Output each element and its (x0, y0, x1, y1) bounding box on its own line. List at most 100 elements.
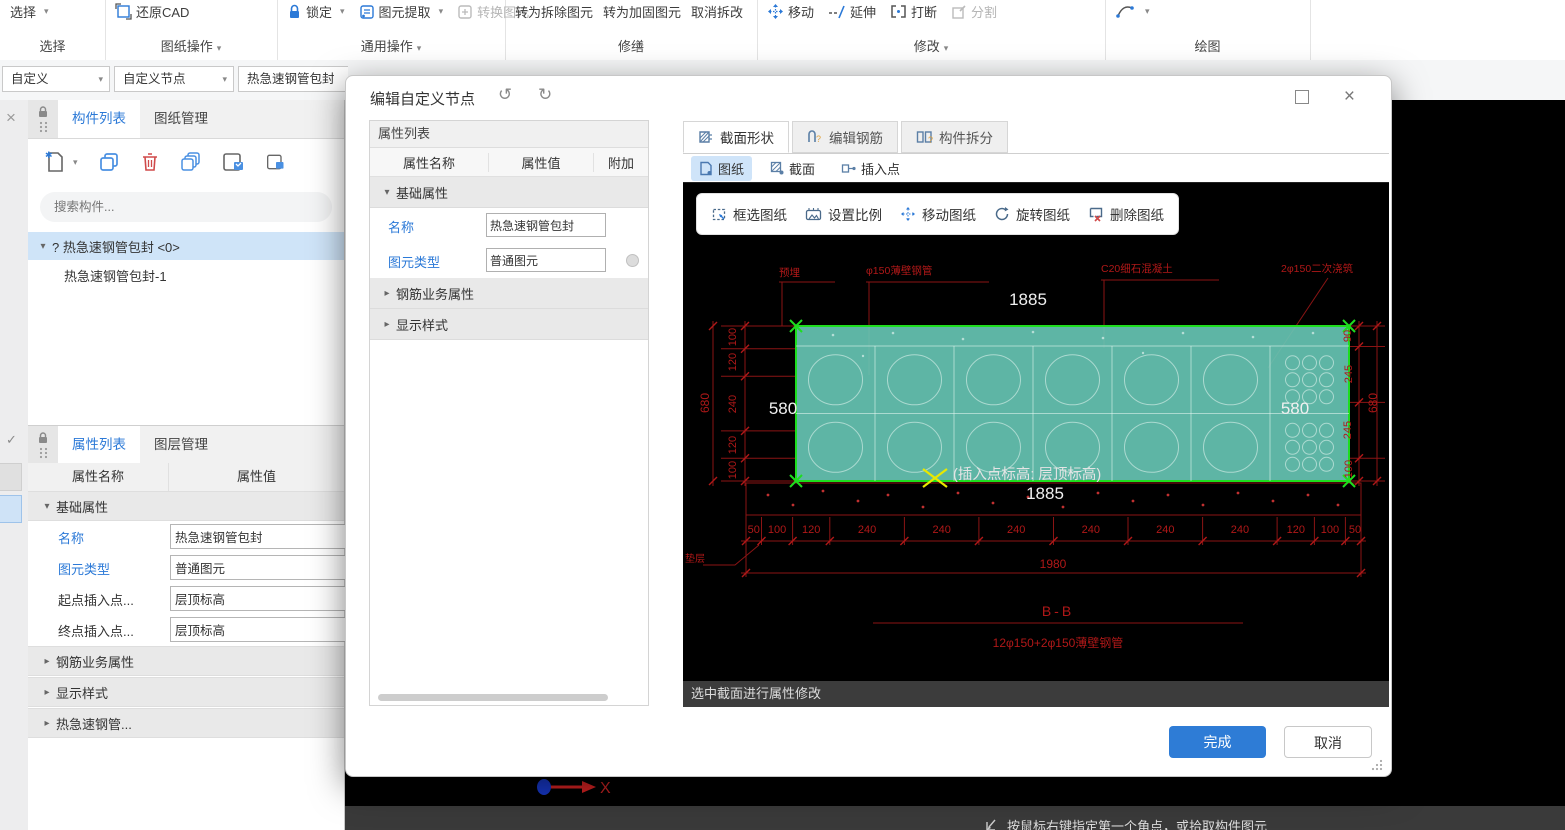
view-drawing-button[interactable]: 图纸 (691, 155, 753, 181)
tab-split-component[interactable]: ? 构件拆分 (901, 121, 1008, 153)
view-section-button[interactable]: 截面 (762, 156, 823, 181)
restore-cad-button[interactable]: 还原CAD (115, 2, 189, 21)
tab-component-list[interactable]: 构件列表 (58, 100, 140, 138)
save-selection-icon[interactable] (222, 151, 246, 173)
export-component-icon[interactable] (266, 151, 286, 173)
dim-seg: 245 (1342, 421, 1354, 439)
group-basic-properties[interactable]: ▾ 基础属性 (28, 491, 344, 521)
group-component-custom[interactable]: ▸ 热急速钢管... (28, 708, 344, 738)
convert-element-icon (458, 4, 472, 19)
tree-expander-icon[interactable]: ▾ (34, 241, 52, 252)
delete-drawing-button[interactable]: 删除图纸 (1088, 204, 1164, 224)
docked-item-selected[interactable] (0, 495, 22, 523)
move-button[interactable]: 移动 (767, 2, 814, 21)
expander-closed-icon: ▸ (44, 655, 50, 667)
dialog-group-display[interactable]: ▸ 显示样式 (370, 309, 648, 340)
curve-tool-button[interactable]: ▾ (1115, 2, 1150, 20)
dialog-cad-canvas[interactable]: 1885 580 580 1885 (插入点标高: 层顶标高) 预埋 φ150薄… (683, 183, 1389, 681)
delete-component-icon[interactable] (140, 151, 160, 173)
panel-lock-handle[interactable] (28, 100, 58, 138)
annotation-2: φ150薄壁钢管 (866, 264, 932, 277)
expander-closed-icon: ▸ (384, 287, 390, 299)
dialog-group-rebar[interactable]: ▸ 钢筋业务属性 (370, 278, 648, 309)
extract-element-button[interactable]: 图元提取 ▾ (359, 2, 444, 21)
copy-component-icon[interactable] (98, 151, 120, 173)
dim-seg: 240 (933, 524, 951, 536)
chevron-down-icon: ▾ (438, 6, 444, 16)
dialog-element-type-field[interactable] (486, 248, 606, 272)
set-scale-button[interactable]: 设置比例 (805, 204, 882, 224)
extend-button[interactable]: 延伸 (828, 2, 876, 21)
to-demolish-element-button[interactable]: 转为拆除图元 (515, 2, 593, 21)
close-dialog-icon[interactable]: × (1344, 86, 1355, 108)
svg-text:✱: ✱ (45, 150, 53, 160)
component-combo[interactable]: 热急速钢管包封 (238, 66, 348, 92)
split-icon (952, 4, 966, 19)
dialog-name-field[interactable] (486, 213, 606, 237)
extra-radio[interactable] (626, 254, 639, 267)
node-type-combo[interactable]: 自定义节点 ▾ (114, 66, 234, 92)
group-rebar-business[interactable]: ▸ 钢筋业务属性 (28, 646, 344, 676)
extend-icon (829, 5, 845, 18)
name-field[interactable] (170, 524, 350, 549)
close-panel-icon[interactable]: × (6, 108, 16, 128)
finish-button[interactable]: 完成 (1169, 726, 1266, 758)
property-label: 名称 (388, 220, 415, 235)
selected-section-region[interactable] (795, 325, 1350, 482)
pick-cursor-icon (986, 819, 996, 830)
move-drawing-button[interactable]: 移动图纸 (900, 204, 976, 224)
tab-layer-management[interactable]: 图层管理 (140, 426, 222, 464)
cancel-button[interactable]: 取消 (1284, 726, 1372, 758)
col-name: 属性名称 (370, 152, 489, 172)
chevron-down-icon: ▾ (44, 6, 49, 16)
undo-icon[interactable]: ↺ (498, 85, 512, 105)
dim-seg: 240 (858, 524, 876, 536)
tab-edit-rebar[interactable]: ? 编辑钢筋 (792, 121, 898, 153)
dim-seg: 120 (802, 524, 820, 536)
search-input[interactable] (40, 192, 332, 222)
group-display-style[interactable]: ▸ 显示样式 (28, 677, 344, 707)
panel-lock-handle[interactable] (28, 426, 58, 464)
copy-layers-icon[interactable] (180, 151, 202, 173)
dim-overall-left: 680 (698, 393, 712, 413)
lock-button[interactable]: 锁定 ▾ (287, 2, 345, 21)
bottom-statusbar: 按鼠标右键指定第一个角点，或拾取构件图元 (345, 806, 1565, 830)
start-insert-field[interactable] (170, 586, 350, 611)
resize-grip[interactable] (1371, 759, 1383, 771)
split-button[interactable]: 分割 (951, 2, 997, 21)
redo-icon[interactable]: ↻ (538, 85, 552, 105)
dialog-property-panel: 属性列表 属性名称 属性值 附加 ▾基础属性 名称 图元类型 ▸钢筋业务属性 ▸… (369, 120, 649, 706)
select-button[interactable]: 选择 ▾ (10, 2, 49, 21)
group-label-general-ops[interactable]: 通用操作 ▾ (277, 36, 505, 55)
tab-property-list[interactable]: 属性列表 (58, 426, 140, 464)
end-insert-field[interactable] (170, 617, 350, 642)
svg-text:?: ? (816, 134, 821, 144)
dim-overall-bottom: 1980 (1040, 557, 1067, 571)
element-type-field[interactable] (170, 555, 350, 580)
group-label-drawing-ops[interactable]: 图纸操作 ▾ (105, 36, 277, 55)
maximize-icon[interactable] (1295, 90, 1309, 104)
category-combo[interactable]: 自定义 ▾ (2, 66, 110, 92)
check-icon[interactable]: ✓ (6, 432, 17, 448)
tab-section-shape[interactable]: 截面形状 (683, 121, 789, 153)
property-row-name: 名称 (28, 521, 350, 552)
docked-item[interactable] (0, 463, 22, 491)
new-component-button[interactable]: ✱ ▾ (44, 150, 78, 174)
group-label-modify[interactable]: 修改 ▾ (757, 36, 1105, 55)
horizontal-scrollbar[interactable] (378, 694, 608, 701)
chevron-down-icon: ▾ (98, 74, 103, 84)
group-label-repair: 修缮 (617, 39, 644, 54)
dialog-row-element-type: 图元类型 (370, 243, 648, 278)
box-select-drawing-button[interactable]: 框选图纸 (711, 204, 787, 224)
tree-item[interactable]: 热急速钢管包封-1 (28, 262, 380, 288)
rotate-drawing-button[interactable]: 旋转图纸 (994, 204, 1070, 224)
dialog-group-basic[interactable]: ▾ 基础属性 (370, 177, 648, 208)
break-button[interactable]: 打断 (890, 2, 937, 21)
rebar-note: 12φ150+2φ150薄壁钢管 (993, 635, 1124, 650)
to-reinforce-element-button[interactable]: 转为加固图元 (603, 2, 681, 21)
dim-seg: 50 (1349, 524, 1361, 536)
tree-item-selected[interactable]: ▾ ? 热急速钢管包封 <0> (28, 232, 344, 260)
tab-drawing-management[interactable]: 图纸管理 (140, 100, 222, 138)
view-insert-point-button[interactable]: 插入点 (833, 156, 908, 181)
cancel-retrofit-button[interactable]: 取消拆改 (691, 2, 743, 21)
